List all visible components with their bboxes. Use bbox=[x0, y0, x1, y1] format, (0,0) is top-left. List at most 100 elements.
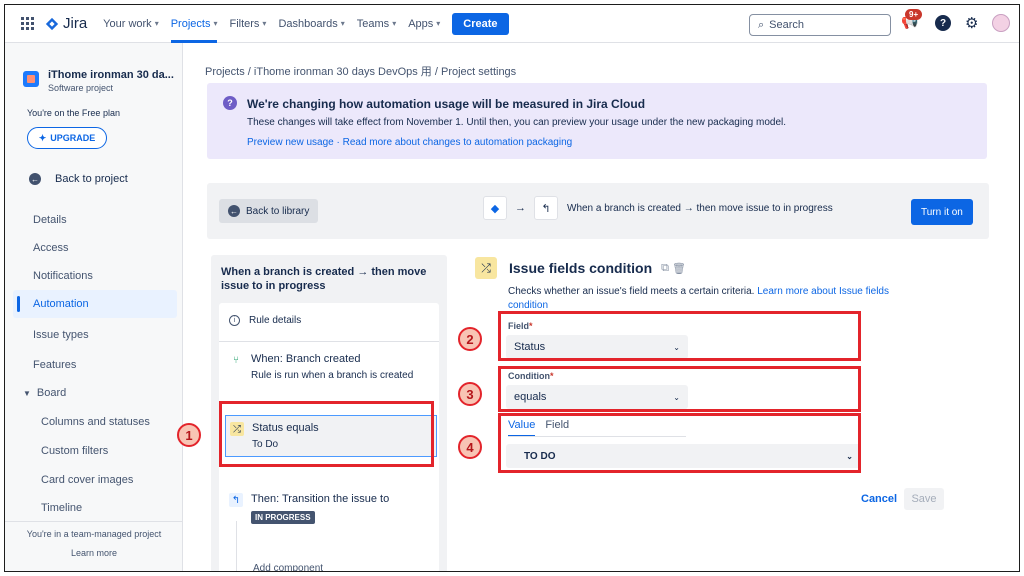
add-component-button[interactable]: Add component bbox=[253, 563, 323, 571]
sidebar: iThome ironman 30 da... Software project… bbox=[5, 43, 183, 571]
banner-body: These changes will take effect from Nove… bbox=[247, 117, 786, 128]
plan-text: You're on the Free plan bbox=[27, 108, 120, 118]
nav-filters[interactable]: Filters ▾ bbox=[229, 5, 266, 43]
annotation-number-3: 3 bbox=[458, 382, 482, 406]
annotation-number-1: 1 bbox=[177, 423, 201, 447]
highlight-box-4 bbox=[498, 413, 861, 473]
condition-description: Checks whether an issue's field meets a … bbox=[508, 286, 889, 311]
trigger-description: Rule is run when a branch is created bbox=[251, 370, 414, 381]
team-managed-note: You're in a team-managed project bbox=[26, 529, 162, 539]
avatar[interactable] bbox=[992, 14, 1011, 32]
jira-logo-icon bbox=[45, 17, 59, 30]
annotation-number-4: 4 bbox=[458, 435, 482, 459]
action-title: Then: Transition the issue to bbox=[251, 493, 390, 505]
nav-projects[interactable]: Projects ▾ bbox=[170, 5, 218, 43]
jira-logo-text: Jira bbox=[63, 15, 88, 32]
chevron-down-icon: ▾ bbox=[392, 19, 397, 28]
branch-trigger-icon: ◆ bbox=[483, 196, 507, 220]
gear-icon[interactable]: ⚙ bbox=[965, 14, 978, 32]
chevron-down-icon: ▾ bbox=[262, 19, 267, 28]
rule-flow-summary: ◆ → ↰ When a branch is created → then mo… bbox=[483, 196, 833, 220]
sidebar-item-custom-filters[interactable]: Custom filters bbox=[41, 445, 108, 457]
copy-icon[interactable]: ⧉ bbox=[661, 262, 669, 275]
app-switcher-icon[interactable] bbox=[21, 16, 35, 31]
banner-links: Preview new usage · Read more about chan… bbox=[247, 137, 572, 148]
trigger-title: When: Branch created bbox=[251, 353, 361, 365]
search-icon: ⌕ bbox=[758, 18, 765, 31]
highlight-box-2 bbox=[498, 311, 861, 361]
chevron-down-icon: ▾ bbox=[154, 19, 159, 28]
breadcrumb[interactable]: Projects / iThome ironman 30 days DevOps… bbox=[205, 63, 516, 79]
rule-header-bar: ← Back to library ◆ → ↰ When a branch is… bbox=[207, 183, 989, 239]
rule-details-item[interactable]: i Rule details bbox=[229, 315, 301, 326]
info-banner: ? We're changing how automation usage wi… bbox=[207, 83, 987, 159]
rule-title: When a branch is created → then move iss… bbox=[221, 266, 427, 292]
turn-it-on-button[interactable]: Turn it on bbox=[911, 199, 973, 225]
transition-icon: ↰ bbox=[229, 493, 243, 507]
action-step[interactable]: ↰ Then: Transition the issue to IN PROGR… bbox=[229, 493, 389, 524]
help-icon[interactable]: ? bbox=[935, 15, 951, 31]
sparkle-icon: ✦ bbox=[38, 132, 47, 143]
annotation-number-2: 2 bbox=[458, 327, 482, 351]
chevron-down-icon: ▼ bbox=[23, 388, 31, 398]
condition-title: Issue fields condition bbox=[509, 260, 653, 276]
rule-flow-text: When a branch is created → then move iss… bbox=[567, 202, 833, 214]
back-to-library-button[interactable]: ← Back to library bbox=[219, 199, 319, 223]
search-placeholder: Search bbox=[769, 19, 805, 31]
sidebar-item-access[interactable]: Access bbox=[33, 242, 68, 254]
jira-logo[interactable]: Jira bbox=[45, 15, 87, 32]
timeline-connector bbox=[236, 521, 237, 571]
chevron-down-icon: ▾ bbox=[340, 19, 345, 28]
branch-icon: ⑂ bbox=[233, 354, 239, 366]
notifications-button[interactable]: 📢 9+ bbox=[901, 9, 923, 33]
project-icon bbox=[23, 71, 39, 87]
sidebar-item-features[interactable]: Features bbox=[33, 359, 76, 371]
search-input[interactable]: ⌕ Search bbox=[749, 14, 891, 36]
nav-your-work[interactable]: Your work ▾ bbox=[103, 5, 159, 43]
nav-apps[interactable]: Apps ▾ bbox=[408, 5, 440, 43]
app-frame: Jira Your work ▾ Projects ▾ Filters ▾ Dashb… bbox=[4, 4, 1020, 572]
trash-icon[interactable]: 🗑 bbox=[672, 262, 686, 275]
sidebar-item-columns-statuses[interactable]: Columns and statuses bbox=[41, 416, 150, 428]
chevron-down-icon: ▾ bbox=[213, 19, 218, 28]
create-button[interactable]: Create bbox=[452, 12, 509, 35]
condition-header: ⤮ Issue fields condition ⧉ 🗑 bbox=[475, 257, 686, 279]
divider bbox=[5, 521, 183, 522]
info-icon: i bbox=[229, 315, 240, 326]
sidebar-item-issue-types[interactable]: Issue types bbox=[33, 329, 89, 341]
arrow-left-icon: ← bbox=[228, 205, 240, 217]
sidebar-item-timeline[interactable]: Timeline bbox=[41, 502, 82, 514]
nav-teams[interactable]: Teams ▾ bbox=[357, 5, 396, 43]
project-name: iThome ironman 30 da... bbox=[48, 69, 174, 81]
sidebar-item-card-cover-images[interactable]: Card cover images bbox=[41, 474, 133, 486]
sidebar-group-board[interactable]: ▼ Board bbox=[23, 387, 66, 399]
sidebar-item-notifications[interactable]: Notifications bbox=[33, 270, 93, 282]
cancel-button[interactable]: Cancel bbox=[861, 493, 897, 505]
arrow-left-icon: ← bbox=[29, 173, 41, 185]
top-right-actions: 📢 9+ ? ⚙ bbox=[901, 9, 1011, 33]
project-type: Software project bbox=[48, 83, 114, 93]
shuffle-icon: ⤮ bbox=[475, 257, 497, 279]
divider bbox=[219, 341, 439, 342]
project-header[interactable]: iThome ironman 30 da... Software project bbox=[23, 69, 174, 93]
learn-more-link[interactable]: Learn more bbox=[5, 548, 183, 558]
back-to-project-link[interactable]: ← Back to project bbox=[29, 173, 128, 185]
notification-badge: 9+ bbox=[905, 9, 923, 20]
trigger-step[interactable]: ⑂ When: Branch created Rule is run when … bbox=[229, 353, 413, 381]
preview-usage-link[interactable]: Preview new usage bbox=[247, 137, 334, 148]
upgrade-button[interactable]: ✦ UPGRADE bbox=[27, 127, 107, 149]
chevron-down-icon: ▾ bbox=[436, 19, 441, 28]
highlight-box-1 bbox=[219, 401, 434, 467]
question-icon: ? bbox=[223, 96, 237, 110]
status-lozenge: IN PROGRESS bbox=[251, 511, 315, 524]
banner-title: We're changing how automation usage will… bbox=[247, 97, 646, 111]
highlight-box-3 bbox=[498, 366, 861, 412]
read-more-link[interactable]: Read more about changes to automation pa… bbox=[343, 137, 573, 148]
sidebar-item-automation[interactable]: Automation bbox=[13, 290, 177, 318]
arrow-right-icon: → bbox=[515, 202, 526, 214]
sidebar-item-details[interactable]: Details bbox=[33, 214, 67, 226]
transition-icon: ↰ bbox=[534, 196, 558, 220]
link-separator: · bbox=[333, 137, 343, 148]
nav-dashboards[interactable]: Dashboards ▾ bbox=[278, 5, 344, 43]
save-button[interactable]: Save bbox=[904, 488, 944, 510]
